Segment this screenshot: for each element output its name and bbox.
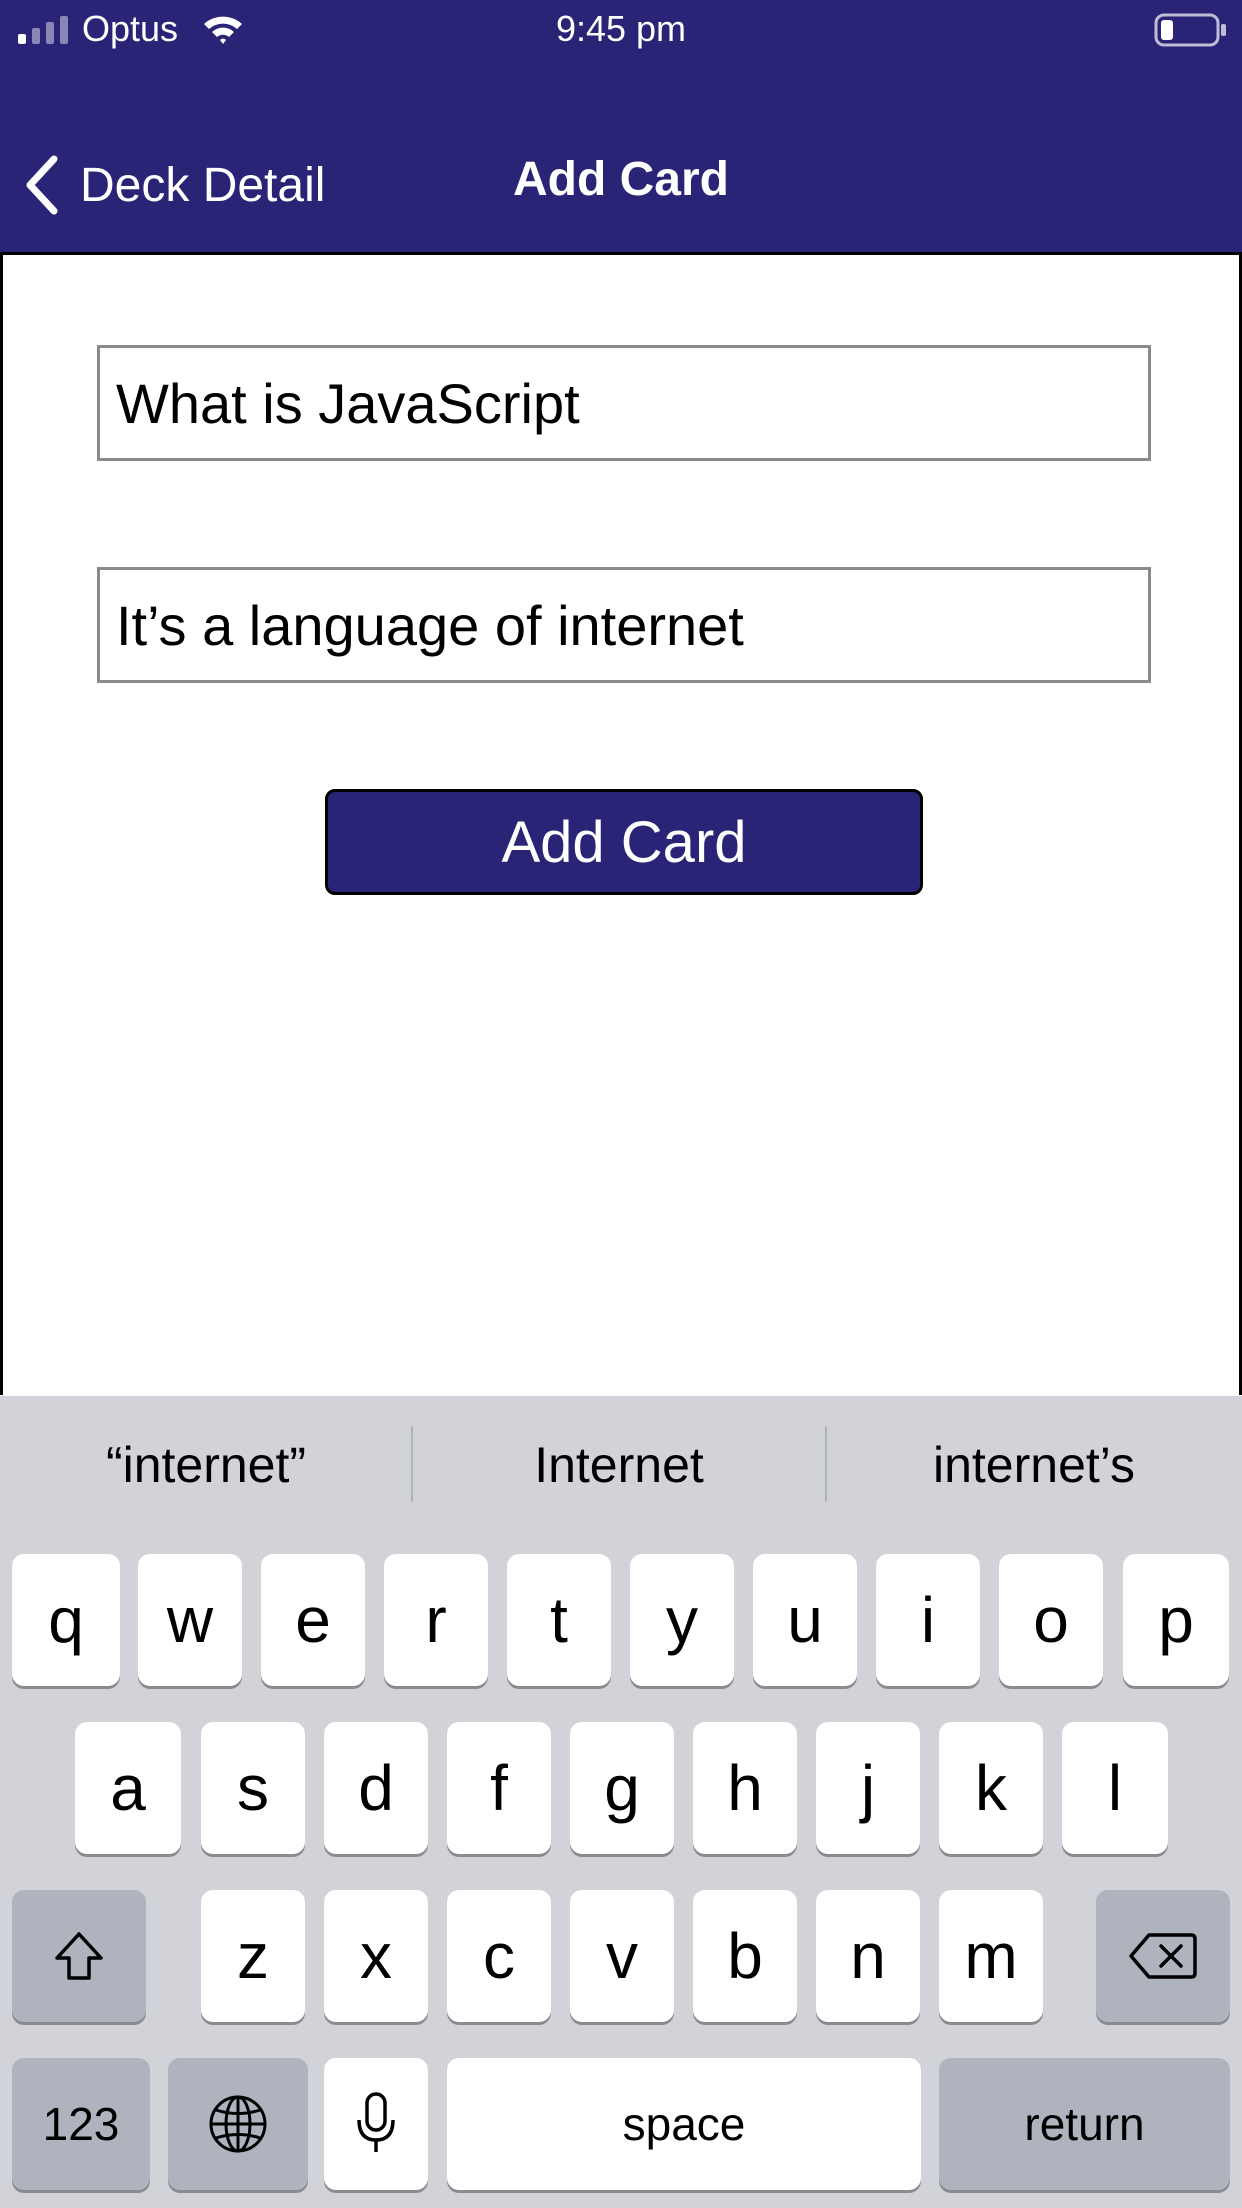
key-s[interactable]: s [201,1722,305,1854]
key-k[interactable]: k [939,1722,1043,1854]
key-d[interactable]: d [324,1722,428,1854]
key-t[interactable]: t [507,1554,611,1686]
globe-key[interactable] [168,2058,308,2190]
numbers-key[interactable]: 123 [12,2058,150,2190]
return-key[interactable]: return [939,2058,1230,2190]
answer-input-value: It’s a language of internet [116,593,744,657]
key-q[interactable]: q [12,1554,120,1686]
key-g[interactable]: g [570,1722,674,1854]
space-key[interactable]: space [447,2058,921,2190]
shift-key[interactable] [12,1890,146,2022]
key-f[interactable]: f [447,1722,551,1854]
globe-icon [209,2095,267,2153]
clock: 9:45 pm [555,8,687,49]
backspace-icon [1129,1933,1197,1979]
page-title: Add Card [513,153,729,206]
dictation-key[interactable] [324,2058,428,2190]
key-b[interactable]: b [693,1890,797,2022]
suggestion-2[interactable]: Internet [412,1396,826,1534]
navigation-header: Optus 9:45 pm Deck Detail Add Card [0,0,1242,252]
key-r[interactable]: r [384,1554,488,1686]
key-h[interactable]: h [693,1722,797,1854]
key-x[interactable]: x [324,1890,428,2022]
key-a[interactable]: a [75,1722,181,1854]
key-u[interactable]: u [753,1554,857,1686]
question-input[interactable]: What is JavaScript [97,345,1151,461]
key-w[interactable]: w [138,1554,242,1686]
key-m[interactable]: m [939,1890,1043,2022]
key-e[interactable]: e [261,1554,365,1686]
key-z[interactable]: z [201,1890,305,2022]
key-i[interactable]: i [876,1554,980,1686]
key-n[interactable]: n [816,1890,920,2022]
suggestion-3[interactable]: internet’s [826,1396,1242,1534]
shift-icon [55,1932,103,1980]
key-j[interactable]: j [816,1722,920,1854]
delete-key[interactable] [1096,1890,1230,2022]
key-c[interactable]: c [447,1890,551,2022]
answer-input[interactable]: It’s a language of internet [97,567,1151,683]
add-card-form: What is JavaScript It’s a language of in… [0,255,1242,1395]
status-bar: Optus 9:45 pm [0,0,1242,60]
suggestion-1[interactable]: “internet” [0,1396,412,1534]
key-o[interactable]: o [999,1554,1103,1686]
on-screen-keyboard: “internet” Internet internet’s q w e r t… [0,1396,1242,2208]
key-y[interactable]: y [630,1554,734,1686]
add-card-button[interactable]: Add Card [325,789,923,895]
question-input-value: What is JavaScript [116,371,580,435]
key-v[interactable]: v [570,1890,674,2022]
microphone-icon [357,2092,395,2152]
key-l[interactable]: l [1062,1722,1168,1854]
battery-icon [1154,13,1226,47]
key-p[interactable]: p [1123,1554,1229,1686]
